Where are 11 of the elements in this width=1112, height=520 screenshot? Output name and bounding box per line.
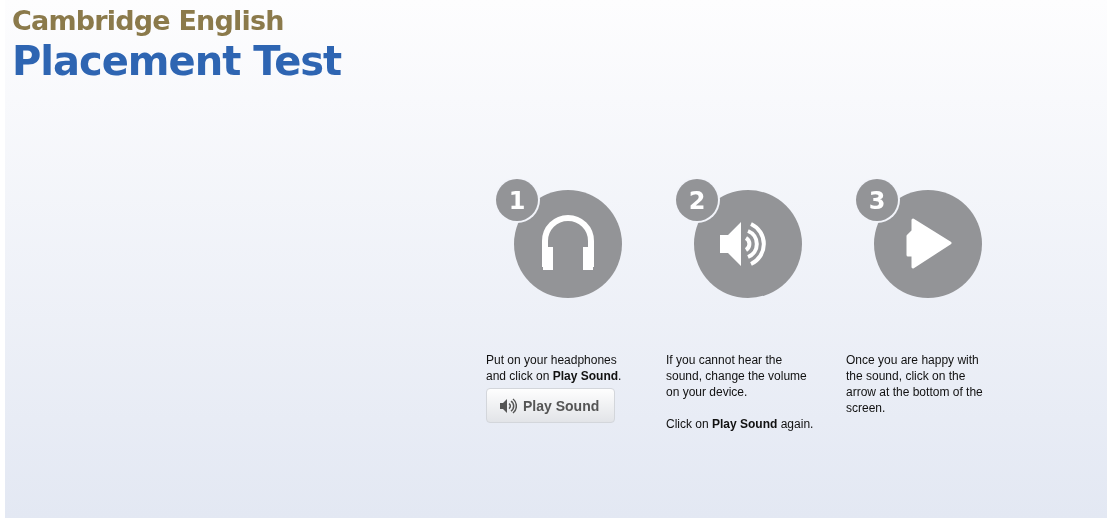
instruction-text: Put on your headphones and click on Play Sound. (486, 352, 623, 384)
logo-subtitle: Cambridge English (12, 4, 284, 38)
play-sound-button[interactable]: Play Sound (486, 388, 615, 423)
step-number-badge: 2 (676, 179, 718, 221)
instruction-text: Once you are happy with the sound, click on the arrow at the bottom of the screen. (846, 352, 984, 416)
instruction-text: Click on Play Sound again. (666, 416, 815, 432)
step-number-badge: 1 (496, 179, 538, 221)
logo-title: Placement Test (12, 38, 342, 84)
step-number-badge: 3 (856, 179, 898, 221)
instruction-text: If you cannot hear the sound, change the volume on your device. (666, 352, 808, 400)
speaker-icon (499, 396, 517, 415)
